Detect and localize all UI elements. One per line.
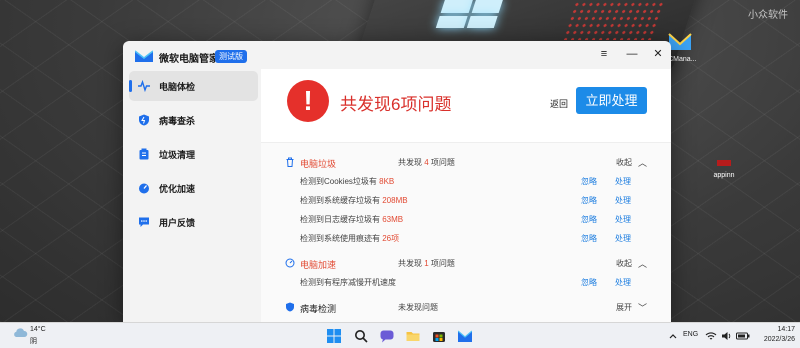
- sidebar-item-optimize[interactable]: 优化加速: [129, 173, 258, 203]
- pc-manager-window: 微软电脑管家 测试版 ≡ — ✕ 电脑体检 病毒查杀 垃圾清理 优化加速 用户反…: [123, 41, 671, 322]
- ignore-button[interactable]: 忽略: [581, 277, 597, 288]
- issue-row: 检测到日志缓存垃圾有 63MB 忽略 处理: [261, 210, 671, 229]
- back-link[interactable]: 返回: [550, 97, 568, 110]
- shield-icon: [286, 302, 294, 312]
- chevron-down-icon[interactable]: ﹀: [638, 301, 647, 314]
- sidebar-item-label: 优化加速: [159, 183, 196, 194]
- section-title: 病毒检测: [300, 304, 337, 314]
- speed-clock-icon: [285, 258, 295, 268]
- collapse-toggle[interactable]: 收起: [616, 258, 632, 269]
- section-title: 电脑加速: [300, 260, 337, 270]
- issue-text: 检测到Cookies垃圾有 8KB: [300, 177, 395, 186]
- issue-text: 检测到有程序减慢开机速度: [300, 278, 396, 287]
- checkup-results-panel: ! 共发现6项问题 返回 立即处理 电脑垃圾 共发现 4 项问题 收起 ︿ 检测…: [261, 69, 671, 322]
- issue-text: 检测到系统缓存垃圾有 208MB: [300, 196, 408, 205]
- feedback-icon: [138, 216, 150, 228]
- cloud-icon[interactable]: [12, 326, 28, 345]
- section-pc-acceleration[interactable]: 电脑加速 共发现 1 项问题 收起 ︿: [261, 254, 671, 273]
- windows-start-icon[interactable]: [325, 327, 343, 345]
- issue-row: 检测到系统使用痕迹有 26项 忽略 处理: [261, 229, 671, 248]
- handle-button[interactable]: 处理: [615, 214, 631, 225]
- search-icon[interactable]: [352, 327, 370, 345]
- shield-icon: [138, 114, 150, 126]
- ignore-button[interactable]: 忽略: [581, 176, 597, 187]
- minimize-button[interactable]: —: [622, 44, 642, 64]
- issue-text: 检测到日志缓存垃圾有 63MB: [300, 215, 404, 224]
- section-issue-count: 共发现 4 项问题: [398, 158, 455, 167]
- weather-temperature: 14°C: [30, 326, 46, 333]
- file-explorer-icon[interactable]: [404, 327, 422, 345]
- trash-icon: [286, 157, 294, 167]
- pulse-icon: [138, 80, 150, 92]
- watermark-text: 小众软件: [748, 10, 788, 21]
- chevron-up-icon[interactable]: ︿: [638, 257, 647, 270]
- ignore-button[interactable]: 忽略: [581, 195, 597, 206]
- section-junk-files[interactable]: 电脑垃圾 共发现 4 项问题 收起 ︿: [261, 153, 671, 172]
- sidebar-item-cleanup[interactable]: 垃圾清理: [129, 139, 258, 169]
- sidebar-item-virus-scan[interactable]: 病毒查杀: [129, 105, 258, 135]
- app-title: 微软电脑管家: [159, 54, 219, 65]
- store-icon[interactable]: [430, 327, 448, 345]
- sidebar: 电脑体检 病毒查杀 垃圾清理 优化加速 用户反馈: [123, 69, 260, 322]
- window-titlebar[interactable]: 微软电脑管家 测试版 ≡ — ✕: [123, 41, 671, 69]
- sidebar-item-label: 垃圾清理: [159, 149, 196, 160]
- fix-now-button[interactable]: 立即处理: [576, 87, 647, 114]
- windows-logo-icon: [435, 0, 503, 28]
- issue-row: 检测到有程序减慢开机速度 忽略 处理: [261, 273, 671, 292]
- desktop-shortcut-label: appinn: [713, 172, 735, 179]
- sidebar-item-label: 电脑体检: [159, 81, 196, 92]
- battery-icon[interactable]: [734, 327, 752, 345]
- scan-summary: ! 共发现6项问题 返回 立即处理: [261, 69, 671, 143]
- issue-row: 检测到系统缓存垃圾有 208MB 忽略 处理: [261, 191, 671, 210]
- chevron-up-icon[interactable]: [664, 327, 682, 345]
- sidebar-item-checkup[interactable]: 电脑体检: [129, 71, 258, 101]
- handle-button[interactable]: 处理: [615, 233, 631, 244]
- handle-button[interactable]: 处理: [615, 277, 631, 288]
- expand-toggle[interactable]: 展开: [616, 302, 632, 313]
- ignore-button[interactable]: 忽略: [581, 233, 597, 244]
- section-virus-detection[interactable]: 病毒检测 未发现问题 展开 ﹀: [261, 298, 671, 317]
- section-issue-count: 未发现问题: [398, 303, 438, 312]
- pc-manager-icon[interactable]: [456, 327, 474, 345]
- taskbar: 14°C 阴 ENG 14:17 2022/3/26: [0, 322, 800, 348]
- speedometer-icon: [138, 182, 150, 194]
- clock-time[interactable]: 14:17: [759, 326, 795, 333]
- issue-text: 检测到系统使用痕迹有 26项: [300, 234, 400, 243]
- cleanup-icon: [138, 148, 150, 160]
- weather-condition: 阴: [30, 338, 37, 345]
- beta-badge: 测试版: [215, 50, 247, 63]
- menu-button[interactable]: ≡: [594, 44, 614, 64]
- sidebar-item-feedback[interactable]: 用户反馈: [129, 207, 258, 237]
- ignore-button[interactable]: 忽略: [581, 214, 597, 225]
- collapse-toggle[interactable]: 收起: [616, 157, 632, 168]
- sidebar-item-label: 用户反馈: [159, 217, 196, 228]
- alert-icon: !: [287, 80, 329, 122]
- handle-button[interactable]: 处理: [615, 176, 631, 187]
- app-logo-icon: [135, 50, 153, 62]
- appinn-shortcut-icon: [694, 158, 754, 170]
- chat-icon[interactable]: [378, 327, 396, 345]
- section-title: 电脑垃圾: [300, 159, 337, 169]
- clock-date[interactable]: 2022/3/26: [759, 336, 795, 343]
- summary-title: 共发现6项问题: [340, 95, 452, 114]
- chevron-up-icon[interactable]: ︿: [638, 156, 647, 169]
- section-issue-count: 共发现 1 项问题: [398, 259, 455, 268]
- sidebar-item-label: 病毒查杀: [159, 115, 196, 126]
- input-language[interactable]: ENG: [683, 331, 698, 338]
- desktop-shortcut-appinn[interactable]: appinn: [694, 158, 754, 179]
- close-button[interactable]: ✕: [648, 44, 668, 64]
- handle-button[interactable]: 处理: [615, 195, 631, 206]
- issue-row: 检测到Cookies垃圾有 8KB 忽略 处理: [261, 172, 671, 191]
